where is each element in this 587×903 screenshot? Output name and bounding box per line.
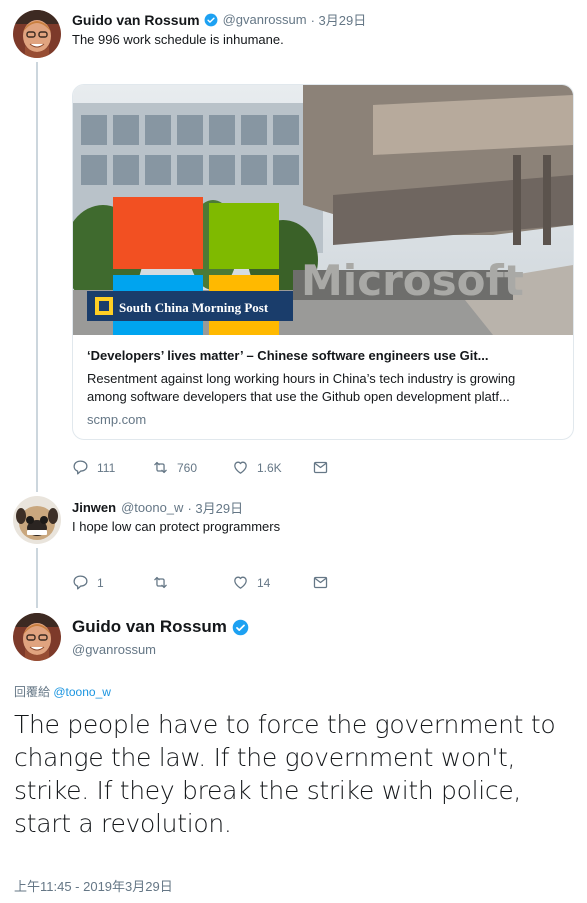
tweet1-header: Guido van Rossum @gvanrossum · 3月29日	[72, 10, 366, 29]
like-button[interactable]: 14	[232, 574, 312, 591]
avatar[interactable]	[13, 613, 61, 661]
like-count: 14	[257, 575, 271, 590]
envelope-icon	[313, 461, 328, 474]
main-tweet-text: The people have to force the government …	[14, 710, 556, 838]
tweet-actions: 1 14	[72, 574, 392, 591]
reply-button[interactable]: 1	[72, 574, 152, 591]
message-button[interactable]	[312, 459, 392, 476]
thread-line-2	[36, 548, 38, 608]
author-name[interactable]: Guido van Rossum	[72, 617, 227, 637]
card-title: ‘Developers’ lives matter’ – Chinese sof…	[87, 348, 489, 363]
reply-count: 111	[97, 460, 116, 475]
tweet-actions: 111 760 1.6K	[72, 459, 392, 476]
tweet-date[interactable]: · 3月29日	[311, 10, 367, 29]
reply-prefix: 回覆給	[14, 685, 51, 699]
tweet-date[interactable]: · 3月29日	[187, 498, 243, 517]
retweet-count: 760	[177, 460, 198, 475]
avatar[interactable]	[13, 10, 61, 58]
card-description: Resentment against long working hours in…	[87, 370, 563, 406]
thread-line-1	[36, 62, 38, 492]
like-button[interactable]: 1.6K	[232, 459, 312, 476]
heart-icon	[234, 461, 247, 474]
reply-context: 回覆給 @toono_w	[14, 683, 111, 700]
like-count: 1.6K	[257, 460, 282, 475]
tweet-text: I hope low can protect programmers	[72, 519, 281, 534]
verified-badge-icon	[204, 13, 217, 26]
reply-icon	[73, 460, 88, 475]
main-tweet-header: Guido van Rossum	[72, 617, 249, 637]
tweet2-header: Jinwen @toono_w · 3月29日	[72, 498, 243, 517]
author-handle[interactable]: @gvanrossum	[72, 642, 156, 657]
reply-to-link[interactable]: @toono_w	[53, 685, 111, 699]
publisher-logo: South China Morning Post	[119, 300, 269, 315]
heart-icon	[234, 576, 247, 589]
tweet-text: The 996 work schedule is inhumane.	[72, 32, 284, 47]
reply-icon	[73, 575, 88, 590]
envelope-icon	[313, 576, 328, 589]
link-card[interactable]: Microsoft South China Morning Post ‘Deve…	[72, 84, 574, 440]
sign-text: Microsoft	[301, 256, 524, 305]
reply-count: 1	[97, 575, 104, 590]
message-button[interactable]	[312, 574, 392, 591]
retweet-icon	[154, 576, 167, 589]
verified-badge-icon	[232, 619, 249, 635]
retweet-button[interactable]	[152, 574, 232, 591]
card-description-line: among software developers that use the G…	[87, 389, 510, 404]
reply-button[interactable]: 111	[72, 459, 152, 476]
card-domain: scmp.com	[87, 412, 147, 427]
card-description-line: Resentment against long working hours in…	[87, 371, 516, 386]
author-name[interactable]: Guido van Rossum	[72, 12, 200, 28]
retweet-icon	[154, 461, 167, 474]
retweet-button[interactable]: 760	[152, 459, 232, 476]
author-handle[interactable]: @gvanrossum	[223, 12, 307, 27]
avatar[interactable]	[13, 496, 61, 544]
card-image: Microsoft South China Morning Post	[73, 85, 573, 335]
tweet-timestamp[interactable]: 上午11:45 - 2019年3月29日	[14, 876, 173, 895]
author-name[interactable]: Jinwen	[72, 500, 116, 515]
author-handle[interactable]: @toono_w	[121, 500, 183, 515]
